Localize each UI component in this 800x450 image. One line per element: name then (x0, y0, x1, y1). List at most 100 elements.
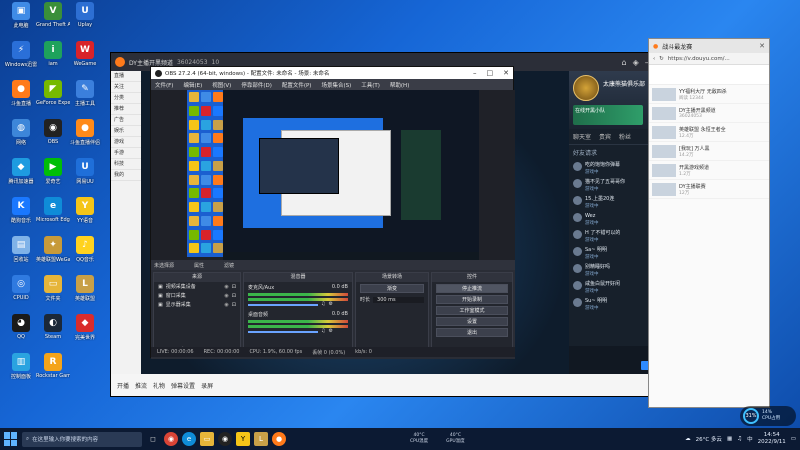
volume-slider[interactable] (248, 304, 318, 306)
obs-menu-item[interactable]: 工具(T) (361, 81, 380, 89)
green-banner[interactable]: 在线开黑小队 (573, 105, 643, 125)
desktop-icon[interactable]: ▤ 回收站 (4, 236, 38, 272)
desktop-icon[interactable]: ◕ QQ (4, 314, 38, 350)
lock-icon[interactable]: ⊡ (232, 284, 236, 290)
desktop-icon[interactable]: K 酷狗音乐 (4, 197, 38, 233)
control-button[interactable]: 设置 (436, 317, 508, 326)
right-address-bar[interactable]: ‹ ↻ https://v.douyu.com/... (649, 53, 769, 65)
right-tab-title[interactable]: 战斗最龙赛 (662, 42, 692, 51)
reload-icon[interactable]: ↻ (659, 56, 664, 62)
bottom-bar-item[interactable]: 开播 (117, 381, 129, 390)
visibility-icon[interactable]: ◉ (224, 293, 228, 299)
chrome-icon[interactable]: ◉ (164, 432, 178, 446)
desktop-icon[interactable]: ◉ OBS (36, 119, 70, 155)
obs-menu-item[interactable]: 配置文件(P) (282, 81, 312, 89)
list-item[interactable]: YY福利大厅 无敌四杀 阅读 12344 (649, 85, 769, 104)
clock[interactable]: 14:54 2022/9/11 (758, 432, 786, 446)
chat-tab[interactable]: 聊天室 (573, 132, 591, 141)
desktop-icon[interactable]: i iam (36, 41, 70, 77)
task-view-icon[interactable]: ◻ (146, 432, 160, 446)
control-button[interactable]: 退出 (436, 328, 508, 337)
list-item[interactable]: 开黑游戏频道 1.2万 (649, 161, 769, 180)
left-nav-item[interactable]: 科技 (111, 159, 141, 170)
left-nav-item[interactable]: 广告 (111, 115, 141, 126)
source-item[interactable]: ▣ 窗口采集 ◉ ⊡ (154, 291, 240, 300)
start-button[interactable] (4, 432, 18, 446)
desktop-icon[interactable]: e Microsoft Edge (36, 197, 70, 233)
obs-menu-item[interactable]: 编辑(E) (183, 81, 202, 89)
transition-select[interactable]: 渐变 (360, 284, 424, 293)
desktop-icon[interactable]: ♪ QQ音乐 (68, 236, 102, 272)
desktop-icon[interactable]: U Uplay (68, 2, 102, 38)
control-button[interactable]: 停止推流 (436, 284, 508, 293)
obs-minimize-icon[interactable]: – (473, 69, 477, 77)
left-nav-item[interactable]: 娱乐 (111, 126, 141, 137)
obs-menu-item[interactable]: 视图(V) (212, 81, 231, 89)
obs-maximize-icon[interactable]: □ (487, 69, 494, 77)
obs-menu-item[interactable]: 文件(F) (155, 81, 173, 89)
edge-icon[interactable]: e (182, 432, 196, 446)
url-text[interactable]: https://v.douyu.com/... (668, 56, 730, 62)
left-nav-item[interactable]: 关注 (111, 82, 141, 93)
language-indicator[interactable]: 中 (747, 435, 753, 443)
desktop-icon[interactable]: ◤ GeForce Experience (36, 80, 70, 116)
left-nav-item[interactable]: 手游 (111, 148, 141, 159)
yy-taskbar-icon[interactable]: Y (236, 432, 250, 446)
volume-icon[interactable]: ♫ (737, 436, 742, 442)
home-icon[interactable]: ⌂ (622, 58, 627, 67)
desktop-icon[interactable]: ▥ 控制面板 (4, 353, 38, 389)
gamepad-icon[interactable]: ◈ (633, 58, 639, 67)
bottom-bar-item[interactable]: 录屏 (201, 381, 213, 390)
list-item[interactable]: DY主播联赛 12万 (649, 180, 769, 199)
mixer-gear-icon[interactable]: ⚙ (328, 328, 332, 334)
bottom-bar-item[interactable]: 弹幕设置 (171, 381, 195, 390)
desktop-icon[interactable]: ◍ 网络 (4, 119, 38, 155)
desktop-icon[interactable]: ✎ 主播工具 (68, 80, 102, 116)
desktop-icon[interactable]: ● 斗鱼直播 (4, 80, 38, 116)
chat-tab[interactable]: 贵宾 (599, 132, 611, 141)
lock-icon[interactable]: ⊡ (232, 302, 236, 308)
speaker-icon[interactable]: ♫ (321, 328, 325, 334)
desktop-icon[interactable]: ◆ 腾讯加速器 (4, 158, 38, 194)
desktop-icon[interactable]: ◎ CPUID (4, 275, 38, 311)
duration-input[interactable]: 300 ms (373, 296, 424, 303)
list-item[interactable]: DY主播开黑频道 36024053 (649, 104, 769, 123)
desktop-icon[interactable]: L 英雄联盟 (68, 275, 102, 311)
explorer-icon[interactable]: ▭ (200, 432, 214, 446)
douyu-taskbar-icon[interactable]: ● (272, 432, 286, 446)
obs-taskbar-icon[interactable]: ◉ (218, 432, 232, 446)
desktop-icon[interactable]: ✦ 英雄联盟WeGame版 (36, 236, 70, 272)
desktop-icon[interactable]: ▣ 此电脑 (4, 2, 38, 38)
desktop-icon[interactable]: ◐ Steam (36, 314, 70, 350)
weather-text[interactable]: 26°C 多云 (696, 435, 722, 443)
desktop-icon[interactable]: ▭ 文件夹 (36, 275, 70, 311)
cpu-widget[interactable]: 31% 14% CPU占用 (740, 406, 796, 426)
left-nav-item[interactable]: 直播 (111, 71, 141, 82)
lock-icon[interactable]: ⊡ (232, 293, 236, 299)
obs-preview[interactable] (151, 90, 515, 260)
obs-menu-item[interactable]: 场景集合(S) (321, 81, 351, 89)
desktop-icon[interactable]: R Rockstar Games (36, 353, 70, 389)
visibility-icon[interactable]: ◉ (224, 302, 228, 308)
desktop-icon[interactable]: W WeGame (68, 41, 102, 77)
control-button[interactable]: 开始录制 (436, 295, 508, 304)
desktop-icon[interactable]: ▶ 爱奇艺 (36, 158, 70, 194)
lol-taskbar-icon[interactable]: L (254, 432, 268, 446)
scene-bar-item[interactable]: 属性 (194, 262, 204, 269)
back-icon[interactable]: ‹ (653, 56, 655, 62)
control-button[interactable]: 工作室模式 (436, 306, 508, 315)
bottom-bar-item[interactable]: 礼物 (153, 381, 165, 390)
left-nav-item[interactable]: 我的 (111, 170, 141, 181)
obs-menu-item[interactable]: 帮助(H) (390, 81, 409, 89)
obs-menu-item[interactable]: 停靠部件(D) (241, 81, 272, 89)
speaker-icon[interactable]: ♫ (321, 301, 325, 307)
list-item[interactable]: [我玩] 万人黑 14.2万 (649, 142, 769, 161)
network-icon[interactable]: ▦ (727, 436, 732, 442)
desktop-icon[interactable]: ⚡ Windows迅雷 (4, 41, 38, 77)
weather-icon[interactable]: ☁ (685, 436, 691, 442)
left-nav-item[interactable]: 游戏 (111, 137, 141, 148)
desktop-icon[interactable]: ● 斗鱼直播伴侣 (68, 119, 102, 155)
left-nav-item[interactable]: 分类 (111, 93, 141, 104)
chat-tab[interactable]: 粉丝 (619, 132, 631, 141)
list-item[interactable]: 英雄联盟 永恒王者全 12.4万 (649, 123, 769, 142)
